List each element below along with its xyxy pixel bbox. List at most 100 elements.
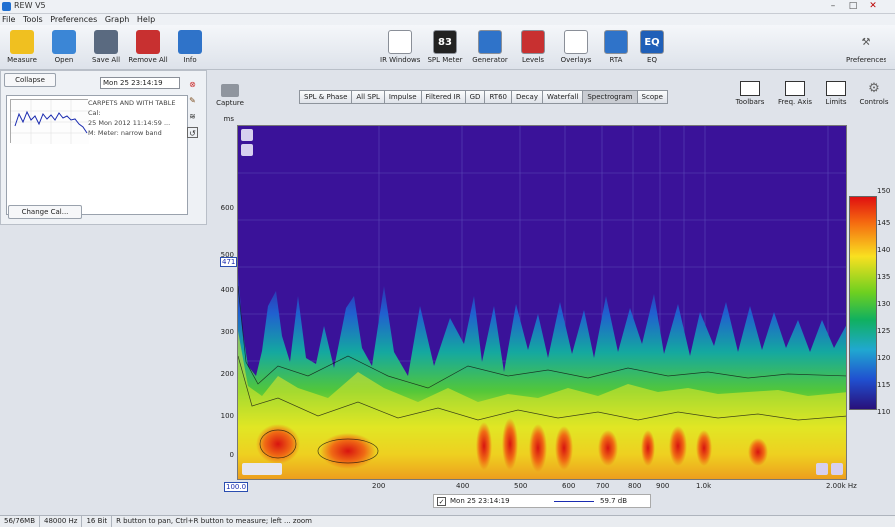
color-scale-bar — [849, 196, 877, 410]
legend-value: 59.7 dB — [600, 497, 628, 505]
menu-tools[interactable]: Tools — [23, 14, 43, 25]
plot-options-button[interactable] — [242, 463, 282, 475]
limits-button[interactable]: Limits — [818, 81, 854, 106]
tab-spectrogram[interactable]: Spectrogram — [582, 90, 637, 104]
menu-graph[interactable]: Graph — [105, 14, 130, 25]
remove-measurement-icon[interactable]: ⊗ — [187, 79, 198, 90]
spectrogram-plot[interactable] — [237, 125, 847, 480]
app-icon — [2, 2, 11, 11]
measurement-note-2: Cal: — [88, 109, 101, 117]
levels-button[interactable]: Levels — [513, 30, 553, 68]
minimize-icon[interactable]: – — [826, 1, 840, 12]
y-cursor-readout: 471 — [220, 257, 238, 267]
overlays-icon — [564, 30, 588, 54]
zoom-x-out-icon[interactable] — [831, 463, 843, 475]
limits-icon — [826, 81, 846, 96]
preferences-button[interactable]: ⚒ Preferences — [846, 30, 886, 68]
zoom-out-icon[interactable] — [241, 144, 253, 156]
x-tick-label: 2.00k Hz — [826, 482, 857, 490]
close-icon[interactable]: ✕ — [866, 1, 880, 12]
info-button[interactable]: Info — [170, 30, 210, 68]
status-memory: 56/76MB — [0, 516, 41, 527]
menu-file[interactable]: File — [2, 14, 15, 25]
color-scale-tick: 115 — [877, 381, 891, 389]
rta-button[interactable]: RTA — [596, 30, 636, 68]
x-tick-label: 700 — [596, 482, 610, 490]
remove-all-label: Remove All — [128, 56, 168, 64]
tab-decay[interactable]: Decay — [510, 90, 542, 104]
color-scale-tick: 125 — [877, 327, 891, 335]
tab-spl-phase[interactable]: SPL & Phase — [299, 90, 352, 104]
color-scale-tick: 130 — [877, 300, 891, 308]
x-tick-label: 600 — [562, 482, 576, 490]
measurement-note-1: CARPETS AND WITH TABLE — [88, 99, 176, 107]
menu-preferences[interactable]: Preferences — [50, 14, 97, 25]
collapse-button[interactable]: Collapse — [4, 73, 56, 87]
open-button[interactable]: Open — [44, 30, 84, 68]
tab-rt60[interactable]: RT60 — [484, 90, 511, 104]
eq-button[interactable]: EQ EQ — [632, 30, 672, 68]
info-label: Info — [183, 56, 197, 64]
tab-impulse[interactable]: Impulse — [383, 90, 421, 104]
ir-windows-label: IR Windows — [380, 56, 420, 64]
generator-icon — [478, 30, 502, 54]
chart-settings-icon[interactable]: ≋ — [187, 111, 198, 122]
zoom-in-icon[interactable] — [241, 129, 253, 141]
remove-all-button[interactable]: Remove All — [128, 30, 168, 68]
menu-bar: File Tools Preferences Graph Help — [0, 14, 895, 25]
y-tick-label: 400 — [220, 286, 234, 294]
capture-button[interactable]: Capture — [215, 84, 245, 112]
status-bar: 56/76MB 48000 Hz 16 Bit R button to pan, Ct… — [0, 515, 895, 527]
measurements-panel: Collapse Change Cal... — [0, 70, 207, 225]
measure-button[interactable]: Measure — [2, 30, 42, 68]
x-tick-label: 400 — [456, 482, 470, 490]
ir-windows-button[interactable]: IR Windows — [380, 30, 420, 68]
color-scale-tick: 120 — [877, 354, 891, 362]
tab-gd[interactable]: GD — [464, 90, 485, 104]
legend-checkbox[interactable]: ✓ — [437, 497, 446, 506]
spl-meter-button[interactable]: 83 SPL Meter — [425, 30, 465, 68]
change-cal-button[interactable]: Change Cal... — [8, 205, 82, 219]
measurement-note-4: M: Meter: narrow band — [88, 129, 162, 137]
eq-label: EQ — [647, 56, 657, 64]
controls-toggle-button[interactable]: Toolbars — [732, 81, 768, 106]
line-style-icon[interactable]: ↺ — [187, 127, 198, 138]
measure-label: Measure — [7, 56, 37, 64]
freq-axis-icon — [785, 81, 805, 96]
color-scale-max: 150 — [877, 187, 891, 195]
tab-all-spl[interactable]: All SPL — [351, 90, 384, 104]
generator-button[interactable]: Generator — [470, 30, 510, 68]
wrench-icon: ⚒ — [861, 36, 871, 48]
spl-meter-icon: 83 — [433, 30, 457, 54]
y-tick-label: 0 — [229, 451, 234, 459]
preferences-label: Preferences — [846, 56, 886, 64]
tab-filtered-ir[interactable]: Filtered IR — [420, 90, 465, 104]
eq-icon: EQ — [640, 30, 664, 54]
menu-help[interactable]: Help — [137, 14, 155, 25]
rta-label: RTA — [609, 56, 623, 64]
x-cursor-readout: 100.0 — [224, 482, 249, 492]
x-tick-label: 1.0k — [696, 482, 712, 490]
zoom-x-in-icon[interactable] — [816, 463, 828, 475]
freq-axis-label: Freq. Axis — [778, 98, 812, 106]
edit-notes-icon[interactable]: ✎ — [187, 95, 198, 106]
camera-icon — [221, 84, 239, 97]
open-label: Open — [54, 56, 74, 64]
y-tick-label: 300 — [220, 328, 234, 336]
tab-scope[interactable]: Scope — [636, 90, 668, 104]
overlays-button[interactable]: Overlays — [556, 30, 596, 68]
freq-axis-button[interactable]: Freq. Axis — [777, 81, 813, 106]
measure-icon — [10, 30, 34, 54]
color-scale-tick: 135 — [877, 273, 891, 281]
y-tick-label: 600 — [220, 204, 234, 212]
controls-toggle-label: Toolbars — [735, 98, 765, 106]
maximize-icon[interactable]: □ — [846, 1, 860, 12]
tab-waterfall[interactable]: Waterfall — [541, 90, 583, 104]
title-bar: REW V5 – □ ✕ — [0, 0, 895, 14]
save-all-button[interactable]: Save All — [86, 30, 126, 68]
controls-button[interactable]: ⚙ Controls — [856, 81, 892, 106]
legend-series-name: Mon 25 23:14:19 — [450, 497, 510, 505]
ir-windows-icon — [388, 30, 412, 54]
graph-tabs: SPL & Phase All SPL Impulse Filtered IR GD RT… — [299, 90, 668, 104]
measurement-name-field[interactable]: Mon 25 23:14:19 — [100, 77, 180, 89]
